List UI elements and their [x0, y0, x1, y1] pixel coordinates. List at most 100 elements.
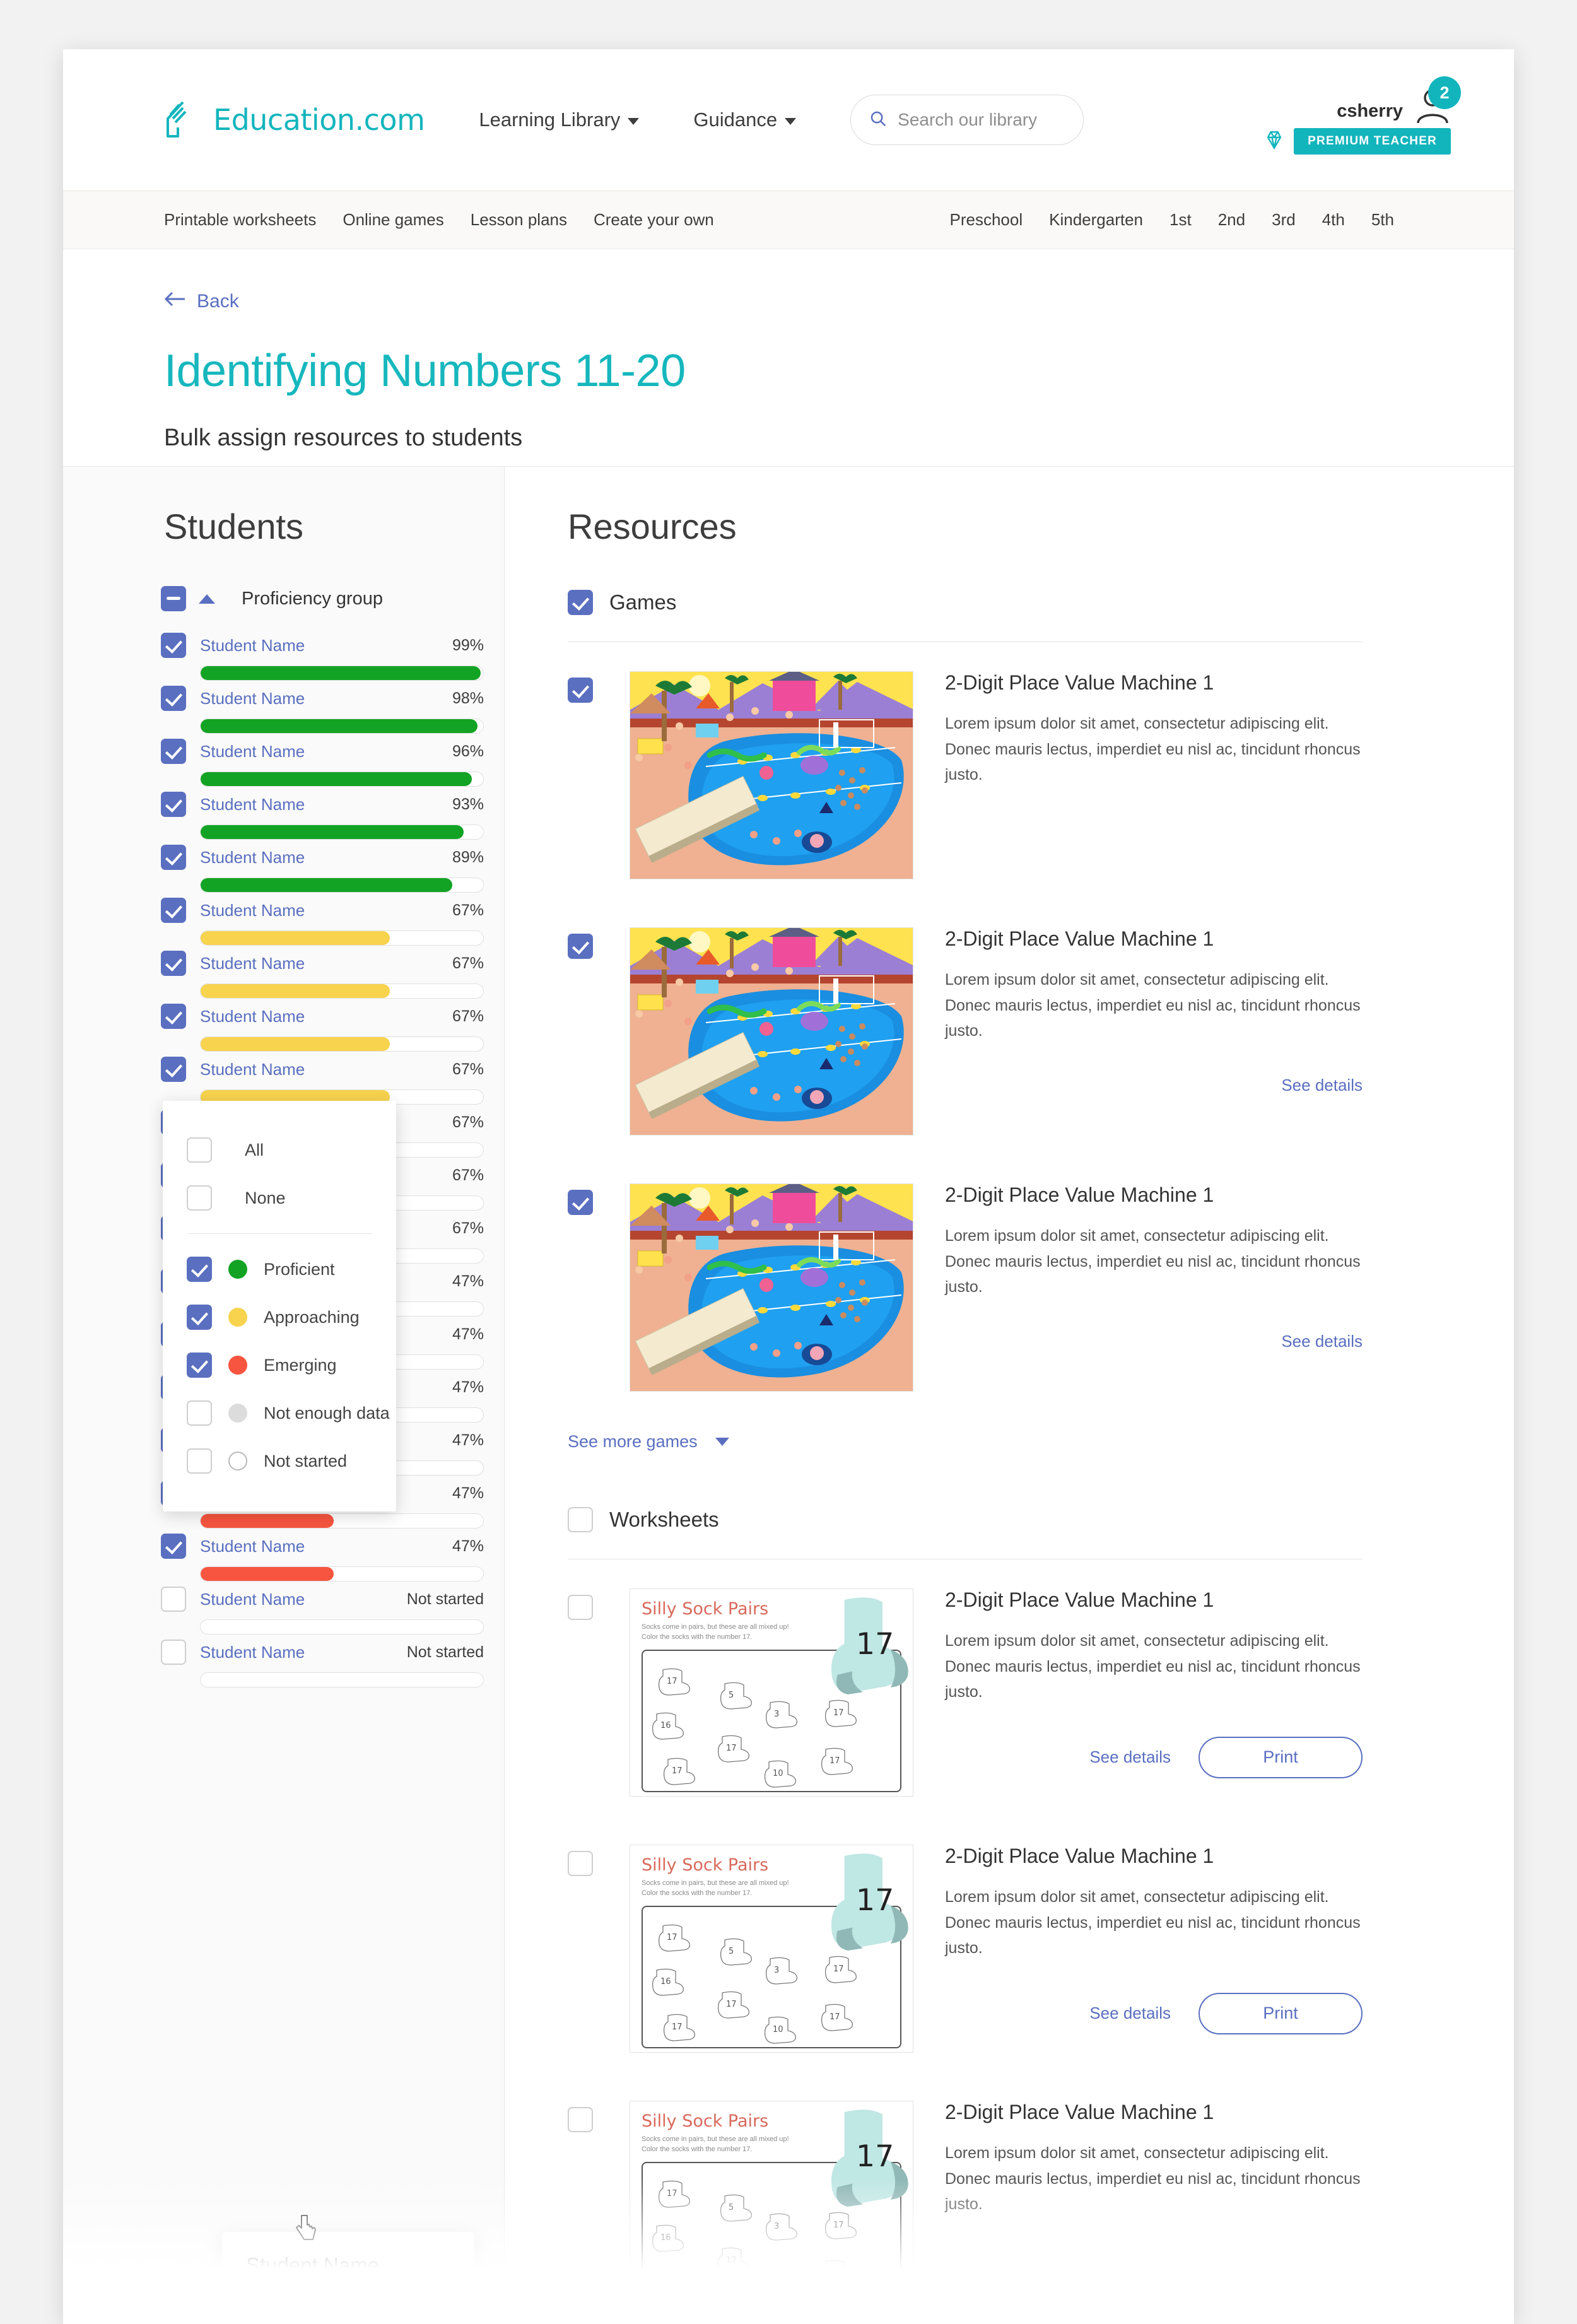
dropdown-item-proficient[interactable]: Proficient — [163, 1245, 396, 1293]
see-more-games[interactable]: See more games — [568, 1432, 1363, 1464]
dropdown-checkbox[interactable] — [187, 1305, 212, 1330]
dropdown-checkbox[interactable] — [187, 1400, 212, 1426]
resource-thumbnail[interactable]: Silly Sock Pairs Socks come in pairs, but… — [630, 1588, 913, 1797]
resource-title[interactable]: 2-Digit Place Value Machine 1 — [945, 1183, 1363, 1207]
student-name-link[interactable]: Student Name — [200, 901, 305, 920]
grade-preschool[interactable]: Preschool — [950, 210, 1023, 230]
student-row[interactable]: Student Name 98% — [63, 683, 504, 736]
print-button[interactable]: Print — [1199, 1992, 1363, 2034]
dropdown-checkbox[interactable] — [187, 1353, 212, 1378]
user-menu[interactable]: csherry 2 PREMIUM TEACHER — [1263, 76, 1476, 155]
dropdown-checkbox[interactable] — [187, 1257, 212, 1282]
select-all-checkbox[interactable] — [161, 586, 186, 611]
student-checkbox[interactable] — [161, 686, 186, 711]
search-input[interactable]: Search our library — [898, 110, 1037, 130]
resource-title[interactable]: 2-Digit Place Value Machine 1 — [945, 1588, 1363, 1612]
student-name-link[interactable]: Student Name — [200, 795, 305, 814]
resource-card-checkbox[interactable] — [568, 1190, 593, 1215]
chevron-down-icon[interactable] — [715, 1438, 729, 1446]
print-button[interactable]: Print — [1199, 1736, 1363, 1778]
student-name-link[interactable]: Student Name — [200, 1537, 305, 1556]
student-name-link[interactable]: Student Name — [200, 1007, 305, 1026]
grade-5th[interactable]: 5th — [1371, 210, 1394, 230]
student-row[interactable]: Student Name Not started — [63, 1584, 504, 1637]
student-row[interactable]: Student Name 99% — [63, 630, 504, 683]
grade-kindergarten[interactable]: Kindergarten — [1049, 210, 1143, 230]
resource-card[interactable]: 2-Digit Place Value Machine 1 Lorem ipsum… — [568, 1154, 1363, 1411]
grade-2nd[interactable]: 2nd — [1218, 210, 1245, 230]
student-name-link[interactable]: Student Name — [200, 954, 305, 973]
subnav-create-your-own[interactable]: Create your own — [594, 210, 714, 230]
resource-title[interactable]: 2-Digit Place Value Machine 1 — [945, 2101, 1363, 2124]
student-checkbox[interactable] — [161, 739, 186, 764]
student-row[interactable]: Student Name 67% — [63, 1001, 504, 1054]
proficiency-filter-dropdown[interactable]: All None Proficient Approaching Emerging Not … — [163, 1101, 396, 1511]
resource-card-checkbox[interactable] — [568, 678, 593, 703]
resource-card-checkbox[interactable] — [568, 1851, 593, 1876]
subnav-printable-worksheets[interactable]: Printable worksheets — [164, 210, 316, 230]
dropdown-checkbox[interactable] — [187, 1185, 212, 1211]
resource-card-checkbox[interactable] — [568, 934, 593, 959]
grade-3rd[interactable]: 3rd — [1272, 210, 1296, 230]
see-details-link[interactable]: See details — [1089, 1747, 1171, 1767]
resource-title[interactable]: 2-Digit Place Value Machine 1 — [945, 927, 1363, 951]
student-checkbox[interactable] — [161, 1004, 186, 1029]
student-checkbox[interactable] — [161, 633, 186, 658]
student-name-link[interactable]: Student Name — [200, 848, 305, 867]
dropdown-checkbox[interactable] — [187, 1137, 212, 1163]
see-details-link[interactable]: See details — [1281, 1332, 1363, 1351]
student-row[interactable]: Student Name 67% — [63, 948, 504, 1001]
site-logo[interactable]: Education.com — [164, 100, 425, 140]
student-row[interactable]: Student Name Not started — [63, 1637, 504, 1690]
student-name-link[interactable]: Student Name — [200, 742, 305, 761]
see-details-link[interactable]: See details — [1089, 2004, 1171, 2023]
student-checkbox[interactable] — [161, 1640, 186, 1665]
dropdown-item-none[interactable]: None — [163, 1174, 396, 1222]
resource-card-checkbox[interactable] — [568, 1595, 593, 1620]
avatar[interactable]: 2 — [1414, 76, 1461, 124]
student-name-link[interactable]: Student Name — [200, 1060, 305, 1079]
dropdown-item-emerging[interactable]: Emerging — [163, 1341, 396, 1389]
back-button[interactable]: Back — [164, 291, 1476, 312]
notification-badge[interactable]: 2 — [1428, 76, 1461, 109]
student-checkbox[interactable] — [161, 951, 186, 976]
dropdown-item-all[interactable]: All — [163, 1126, 396, 1174]
dropdown-item-not-started[interactable]: Not started — [163, 1437, 396, 1485]
student-checkbox[interactable] — [161, 1057, 186, 1082]
student-row[interactable]: Student Name 96% — [63, 736, 504, 789]
subnav-lesson-plans[interactable]: Lesson plans — [471, 210, 567, 230]
student-checkbox[interactable] — [161, 898, 186, 923]
caret-up-icon[interactable] — [199, 594, 215, 604]
student-row[interactable]: Student Name 89% — [63, 842, 504, 895]
resource-card[interactable]: 2-Digit Place Value Machine 1 Lorem ipsum… — [568, 898, 1363, 1154]
section-checkbox-worksheets[interactable] — [568, 1507, 593, 1532]
subnav-online-games[interactable]: Online games — [343, 210, 443, 230]
student-checkbox[interactable] — [161, 792, 186, 817]
student-row[interactable]: Student Name 47% — [63, 1531, 504, 1584]
student-name-link[interactable]: Student Name — [200, 636, 305, 655]
resource-thumbnail[interactable] — [630, 1183, 913, 1392]
resource-card[interactable]: 2-Digit Place Value Machine 1 Lorem ipsum… — [568, 642, 1363, 898]
section-checkbox-games[interactable] — [568, 590, 593, 615]
student-checkbox[interactable] — [161, 845, 186, 870]
resource-title[interactable]: 2-Digit Place Value Machine 1 — [945, 671, 1363, 695]
student-row[interactable]: Student Name 93% — [63, 789, 504, 842]
section-header-worksheets[interactable]: Worksheets — [568, 1507, 1363, 1559]
dropdown-item-approaching[interactable]: Approaching — [163, 1293, 396, 1341]
resource-thumbnail[interactable]: Silly Sock Pairs Socks come in pairs, but… — [630, 2101, 913, 2309]
student-row[interactable]: Student Name 67% — [63, 1054, 504, 1107]
resource-card[interactable]: Silly Sock Pairs Socks come in pairs, but… — [568, 1559, 1363, 1816]
dropdown-checkbox[interactable] — [187, 1448, 212, 1474]
resource-thumbnail[interactable] — [630, 927, 913, 1136]
grade-1st[interactable]: 1st — [1170, 210, 1192, 230]
student-name-link[interactable]: Student Name — [200, 689, 305, 708]
resource-card-checkbox[interactable] — [568, 2107, 593, 2132]
search-bar[interactable]: Search our library — [850, 95, 1084, 145]
resource-card[interactable]: Silly Sock Pairs Socks come in pairs, but… — [568, 2072, 1363, 2324]
resource-thumbnail[interactable] — [630, 671, 913, 879]
student-checkbox[interactable] — [161, 1587, 186, 1612]
nav-guidance[interactable]: Guidance — [693, 109, 797, 131]
section-header-games[interactable]: Games — [568, 590, 1363, 642]
resource-thumbnail[interactable]: Silly Sock Pairs Socks come in pairs, but… — [630, 1845, 913, 2053]
proficiency-group-header[interactable]: Proficiency group — [63, 585, 504, 613]
